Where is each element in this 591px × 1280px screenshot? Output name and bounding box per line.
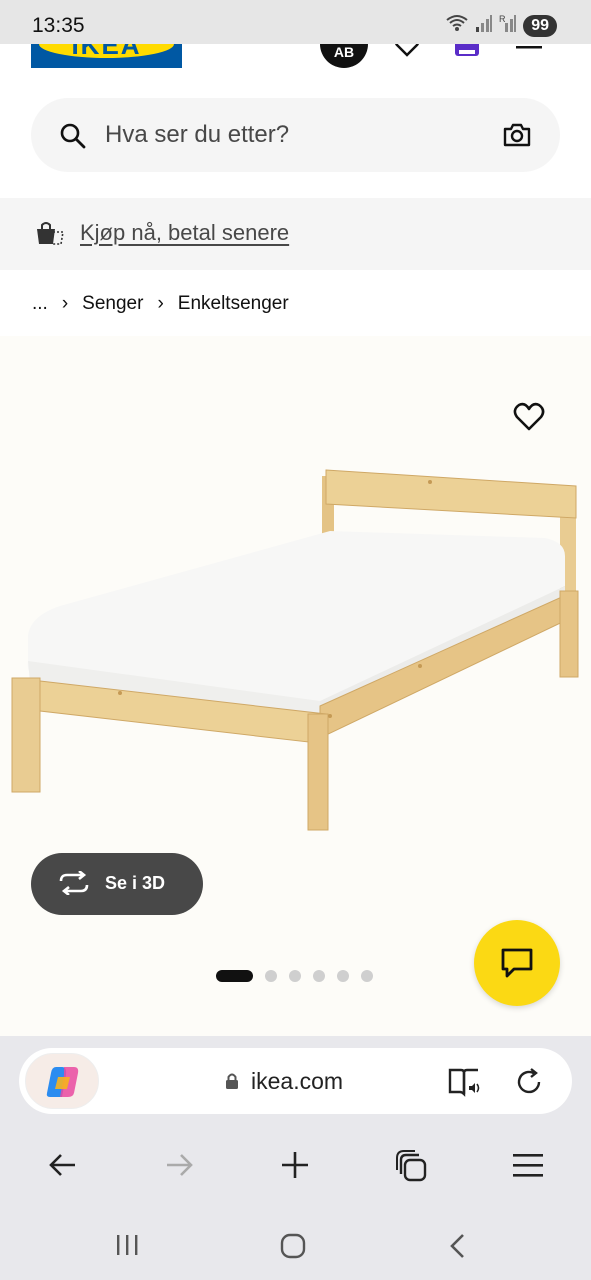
chat-bubble-icon bbox=[500, 947, 534, 984]
home-icon[interactable] bbox=[279, 1232, 307, 1265]
reader-mode-icon[interactable] bbox=[447, 1066, 483, 1103]
view-3d-button[interactable]: Se i 3D bbox=[31, 853, 203, 915]
browser-menu-icon[interactable] bbox=[512, 1150, 544, 1185]
reload-icon[interactable] bbox=[513, 1066, 545, 1103]
chevron-right-icon: › bbox=[157, 293, 164, 314]
carousel-indicator bbox=[216, 970, 373, 982]
copilot-button[interactable] bbox=[25, 1053, 99, 1109]
forward-icon[interactable] bbox=[164, 1150, 194, 1185]
camera-icon[interactable] bbox=[502, 122, 532, 153]
product-image-bed bbox=[11, 469, 579, 831]
view-3d-label: Se i 3D bbox=[105, 873, 166, 893]
browser-navbar bbox=[0, 1144, 591, 1194]
favorite-heart-icon[interactable] bbox=[513, 402, 545, 437]
carousel-dot[interactable] bbox=[337, 970, 349, 982]
rotate-3d-icon bbox=[57, 869, 91, 900]
menu-icon[interactable] bbox=[515, 44, 543, 61]
product-gallery[interactable]: Se i 3D bbox=[0, 336, 591, 1036]
search-icon bbox=[59, 122, 87, 155]
carousel-dot[interactable] bbox=[361, 970, 373, 982]
promo-banner[interactable]: Kjøp nå, betal senere bbox=[0, 198, 591, 270]
carousel-dot[interactable] bbox=[313, 970, 325, 982]
promo-link[interactable]: Kjøp nå, betal senere bbox=[80, 220, 289, 246]
shopping-bag-icon[interactable] bbox=[452, 44, 482, 65]
wifi-icon bbox=[445, 13, 469, 38]
svg-text:R: R bbox=[499, 14, 506, 24]
browser-toolbar: ikea.com bbox=[0, 1036, 591, 1214]
carousel-dot-active[interactable] bbox=[216, 970, 253, 982]
system-back-icon[interactable] bbox=[446, 1232, 470, 1265]
carousel-dot[interactable] bbox=[289, 970, 301, 982]
breadcrumb: ... › Senger › Enkeltsenger bbox=[32, 293, 289, 315]
site-header: IKEA AB bbox=[0, 44, 591, 84]
back-icon[interactable] bbox=[48, 1150, 78, 1185]
carousel-dot[interactable] bbox=[265, 970, 277, 982]
status-icons: R 99 bbox=[445, 13, 557, 38]
status-time: 13:35 bbox=[32, 14, 85, 37]
signal-roaming-icon: R bbox=[499, 13, 517, 38]
chat-button[interactable] bbox=[474, 920, 560, 1006]
breadcrumb-item[interactable]: Senger bbox=[82, 293, 143, 315]
status-bar: 13:35 R 99 bbox=[0, 0, 591, 44]
ikea-logo[interactable]: IKEA bbox=[31, 44, 182, 68]
heart-icon[interactable] bbox=[394, 44, 420, 63]
chevron-right-icon: › bbox=[61, 293, 69, 314]
klarna-bag-icon bbox=[33, 220, 65, 253]
breadcrumb-item[interactable]: Enkeltsenger bbox=[178, 293, 289, 315]
signal-icon bbox=[475, 13, 493, 38]
new-tab-icon[interactable] bbox=[280, 1150, 310, 1185]
lock-icon bbox=[225, 1072, 239, 1095]
battery-indicator: 99 bbox=[523, 14, 557, 37]
system-navigation bbox=[0, 1214, 591, 1280]
url-text[interactable]: ikea.com bbox=[251, 1068, 343, 1095]
tabs-icon[interactable] bbox=[395, 1150, 429, 1189]
copilot-icon bbox=[44, 1063, 82, 1106]
breadcrumb-item[interactable]: ... bbox=[32, 293, 48, 315]
account-avatar[interactable]: AB bbox=[320, 44, 368, 68]
search-bar[interactable]: Hva ser du etter? bbox=[31, 98, 560, 172]
recents-icon[interactable] bbox=[114, 1232, 140, 1263]
address-bar[interactable]: ikea.com bbox=[19, 1048, 572, 1114]
search-input[interactable]: Hva ser du etter? bbox=[105, 121, 289, 149]
